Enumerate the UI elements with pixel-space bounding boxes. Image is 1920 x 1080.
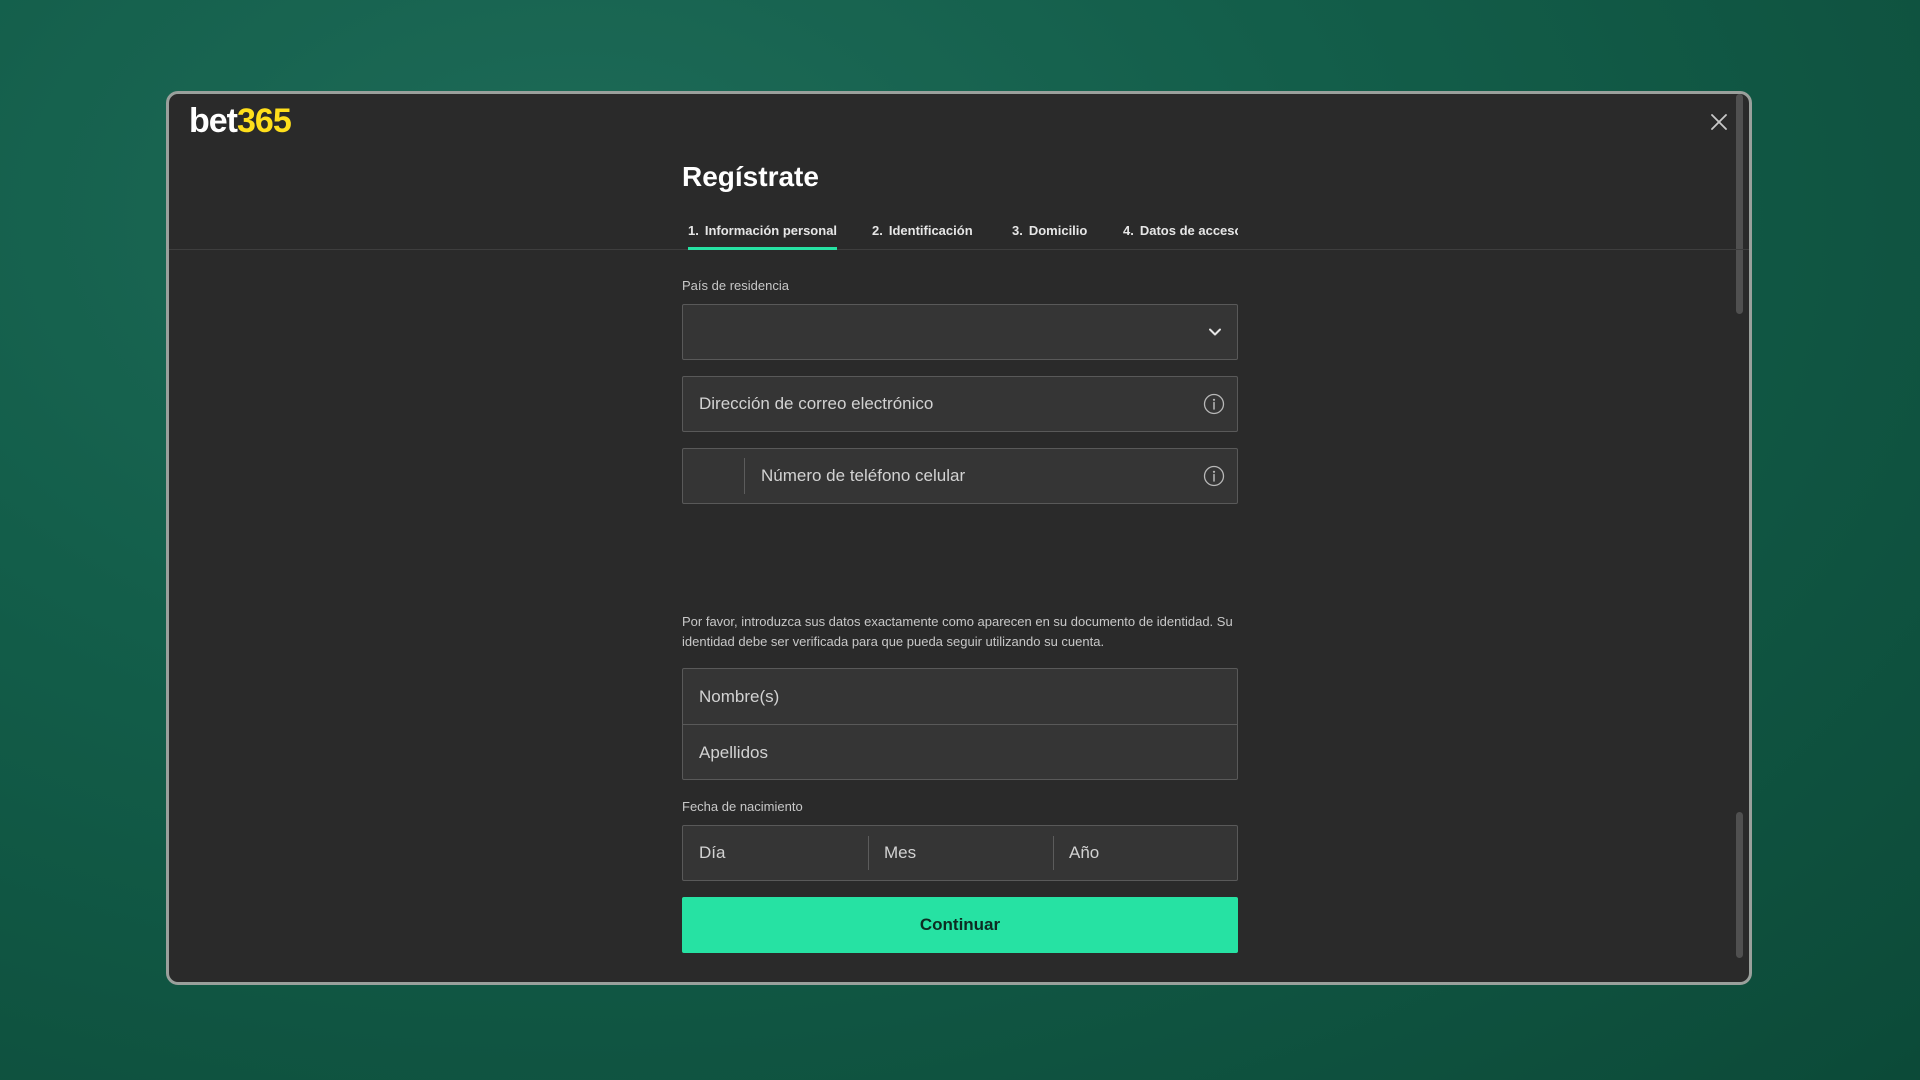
info-icon[interactable]	[1203, 465, 1225, 487]
logo-text-365: 365	[237, 102, 292, 140]
registration-steps-tabs: 1. Información personal 2. Identificación …	[682, 222, 1238, 250]
info-icon[interactable]	[1203, 393, 1225, 415]
close-button[interactable]	[1709, 112, 1729, 132]
last-name-placeholder: Apellidos	[699, 742, 768, 762]
logo-text-bet: bet	[189, 102, 238, 140]
phone-placeholder: Número de teléfono celular	[761, 466, 966, 485]
close-icon	[1711, 114, 1727, 130]
tab-identificacion[interactable]: 2. Identificación	[872, 222, 973, 250]
tab-step-number: 1.	[688, 223, 699, 238]
continue-button[interactable]: Continuar	[682, 897, 1238, 953]
country-label: País de residencia	[682, 278, 789, 293]
email-placeholder: Dirección de correo electrónico	[699, 394, 934, 413]
tab-datos-de-acceso[interactable]: 4. Datos de acceso	[1123, 222, 1238, 250]
dob-label: Fecha de nacimiento	[682, 799, 803, 814]
dob-day-placeholder: Día	[699, 843, 726, 862]
tab-step-number: 3.	[1012, 223, 1023, 238]
tab-label: Datos de acceso	[1139, 223, 1238, 238]
dob-month-field[interactable]: Mes	[868, 826, 1053, 880]
country-select[interactable]	[682, 304, 1238, 360]
dob-year-placeholder: Año	[1069, 843, 1100, 862]
registration-modal: bet365 1. Información personal 2. Identifi…	[166, 91, 1752, 985]
scrollbar-thumb[interactable]	[1736, 94, 1743, 314]
bet365-logo: bet365	[189, 102, 292, 140]
dob-day-field[interactable]: Día	[683, 826, 868, 880]
tab-label: Información personal	[704, 223, 838, 238]
page-title: Regístrate	[682, 161, 819, 192]
dob-year-field[interactable]: Año	[1053, 826, 1238, 880]
chevron-down-icon	[1209, 328, 1221, 336]
tab-label: Domicilio	[1028, 223, 1088, 238]
name-fields-group: Nombre(s) Apellidos	[682, 668, 1238, 780]
first-name-placeholder: Nombre(s)	[699, 686, 780, 706]
tab-label: Identificación	[888, 223, 973, 238]
phone-field[interactable]: Número de teléfono celular	[682, 448, 1238, 504]
identity-help-text: Por favor, introduzca sus datos exactame…	[682, 614, 1233, 649]
phone-country-code-select[interactable]	[683, 449, 744, 503]
email-field[interactable]: Dirección de correo electrónico	[682, 376, 1238, 432]
first-name-field[interactable]: Nombre(s)	[683, 669, 1237, 724]
scrollbar-track-segment[interactable]	[1736, 812, 1743, 958]
last-name-field[interactable]: Apellidos	[683, 725, 1237, 780]
tab-domicilio[interactable]: 3. Domicilio	[1012, 222, 1087, 250]
tab-step-number: 2.	[872, 223, 883, 238]
modal-scrollbar[interactable]	[1736, 94, 1743, 958]
tab-step-number: 4.	[1123, 223, 1134, 238]
dob-month-placeholder: Mes	[884, 843, 917, 862]
tab-informacion-personal[interactable]: 1. Información personal	[688, 222, 838, 250]
phone-separator	[744, 458, 745, 494]
dob-field-group: Día Mes Año	[682, 825, 1238, 881]
